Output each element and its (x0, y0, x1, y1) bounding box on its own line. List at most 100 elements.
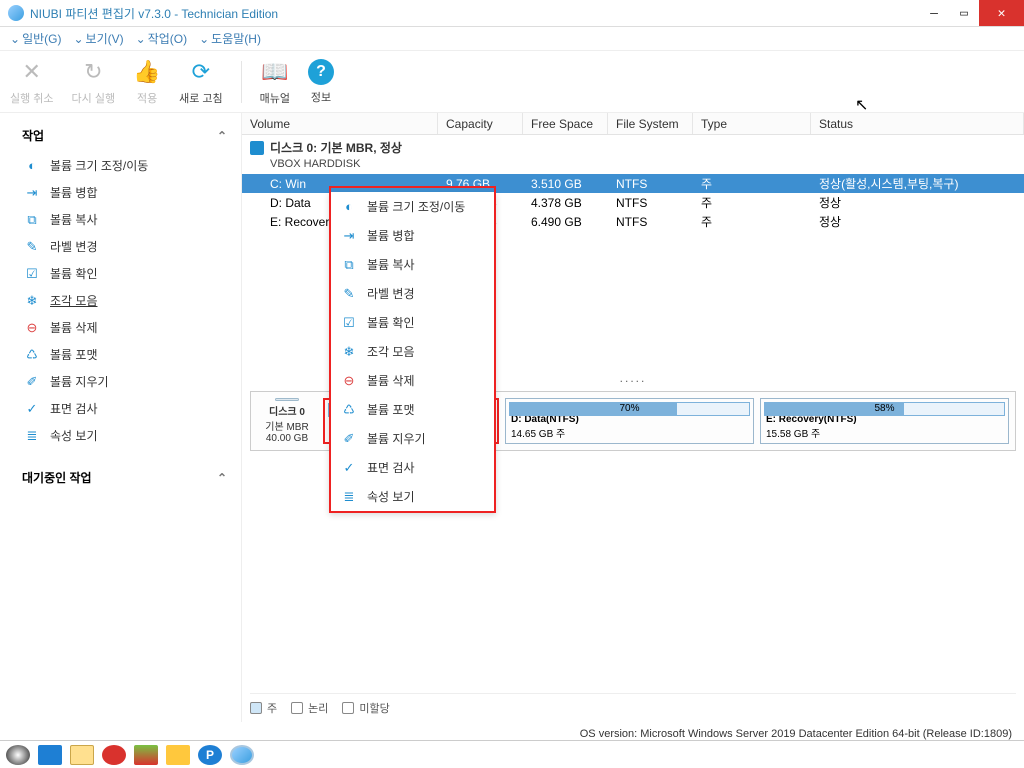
sidebar-item-check[interactable]: ☑볼륨 확인 (18, 260, 231, 287)
col-status[interactable]: Status (811, 113, 1024, 134)
toolbar: ✕실행 취소 ↻다시 실행 👍적용 ⟳새로 고침 📖매뉴얼 ?정보 (0, 51, 1024, 113)
menubar: ⌄일반(G) ⌄보기(V) ⌄작업(O) ⌄도움말(H) (0, 27, 1024, 51)
copy-icon: ⧉ (341, 257, 357, 273)
sidebar-item-label[interactable]: ✎라벨 변경 (18, 233, 231, 260)
pie-icon: ◐ (341, 199, 357, 215)
sidebar-item-resize[interactable]: ◐볼륨 크기 조정/이동 (18, 152, 231, 179)
sidebar-item-props[interactable]: ≣속성 보기 (18, 422, 231, 449)
context-menu: ◐볼륨 크기 조정/이동 ⇥볼륨 병합 ⧉볼륨 복사 ✎라벨 변경 ☑볼륨 확인… (329, 192, 496, 513)
surface-icon: ✓ (24, 401, 40, 417)
toolbar-separator (241, 61, 242, 103)
window-title: NIUBI 파티션 편집기 v7.3.0 - Technician Editio… (30, 5, 919, 22)
diskmap-part-e[interactable]: 58% E: Recovery(NTFS) 15.58 GB 주 (760, 398, 1009, 444)
chevron-up-icon: ⌃ (217, 129, 227, 143)
apply-button[interactable]: 👍적용 (133, 58, 161, 106)
column-headers: Volume Capacity Free Space File System T… (242, 113, 1024, 135)
taskbar-app1[interactable] (38, 745, 62, 765)
legend-primary-swatch (250, 702, 262, 714)
sidebar-tasks-header[interactable]: 작업⌃ (18, 121, 231, 152)
sidebar-item-wipe[interactable]: ✐볼륨 지우기 (18, 368, 231, 395)
ctx-surface[interactable]: ✓표면 검사 (331, 453, 494, 482)
col-free[interactable]: Free Space (523, 113, 608, 134)
defrag-icon: ❄ (24, 293, 40, 309)
start-button[interactable] (6, 745, 30, 765)
redo-button[interactable]: ↻다시 실행 (72, 58, 116, 106)
wipe-icon: ✐ (24, 374, 40, 390)
sidebar-pending-header[interactable]: 대기중인 작업⌃ (18, 463, 231, 494)
delete-icon: ⊖ (24, 320, 40, 336)
col-volume[interactable]: Volume (242, 113, 438, 134)
info-icon: ? (308, 59, 334, 85)
defrag-icon: ❄ (341, 344, 357, 360)
col-capacity[interactable]: Capacity (438, 113, 523, 134)
props-icon: ≣ (341, 489, 357, 505)
wipe-icon: ✐ (341, 431, 357, 447)
menu-work[interactable]: ⌄작업(O) (136, 30, 187, 47)
ctx-label[interactable]: ✎라벨 변경 (331, 279, 494, 308)
col-type[interactable]: Type (693, 113, 811, 134)
sidebar-item-delete[interactable]: ⊖볼륨 삭제 (18, 314, 231, 341)
props-icon: ≣ (24, 428, 40, 444)
undo-button[interactable]: ✕실행 취소 (10, 58, 54, 106)
legend: 주 논리 미할당 (250, 693, 1016, 716)
sidebar-item-merge[interactable]: ⇥볼륨 병합 (18, 179, 231, 206)
merge-icon: ⇥ (24, 185, 40, 201)
titlebar: NIUBI 파티션 편집기 v7.3.0 - Technician Editio… (0, 0, 1024, 27)
copy-icon: ⧉ (24, 212, 40, 228)
redo-icon: ↻ (79, 58, 107, 86)
chevron-up-icon: ⌃ (217, 471, 227, 485)
sidebar-item-surface[interactable]: ✓표면 검사 (18, 395, 231, 422)
close-button[interactable]: ✕ (979, 0, 1024, 26)
refresh-icon: ⟳ (187, 58, 215, 86)
check-icon: ☑ (341, 315, 357, 331)
edit-icon: ✎ (24, 239, 40, 255)
taskbar-app2[interactable] (134, 745, 158, 765)
minimize-button[interactable]: — (919, 0, 949, 26)
ctx-merge[interactable]: ⇥볼륨 병합 (331, 221, 494, 250)
sidebar: 작업⌃ ◐볼륨 크기 조정/이동 ⇥볼륨 병합 ⧉볼륨 복사 ✎라벨 변경 ☑볼… (0, 113, 242, 722)
manual-button[interactable]: 📖매뉴얼 (260, 58, 290, 106)
menu-view[interactable]: ⌄보기(V) (73, 30, 123, 47)
diskmap-disk[interactable]: 디스크 0 기본 MBR 40.00 GB (257, 398, 317, 444)
disk-model: VBOX HARDDISK (242, 158, 1024, 174)
taskbar-power[interactable] (102, 745, 126, 765)
format-icon: ♺ (341, 402, 357, 418)
taskbar-explorer[interactable] (70, 745, 94, 765)
disk-header[interactable]: 디스크 0: 기본 MBR, 정상 (242, 135, 1024, 158)
col-fs[interactable]: File System (608, 113, 693, 134)
maximize-button[interactable]: ▭ (949, 0, 979, 26)
refresh-button[interactable]: ⟳새로 고침 (179, 58, 223, 106)
taskbar-app4[interactable]: P (198, 745, 222, 765)
diskmap-part-d[interactable]: 70% D: Data(NTFS) 14.65 GB 주 (505, 398, 754, 444)
ctx-check[interactable]: ☑볼륨 확인 (331, 308, 494, 337)
menu-help[interactable]: ⌄도움말(H) (199, 30, 261, 47)
ctx-delete[interactable]: ⊖볼륨 삭제 (331, 366, 494, 395)
legend-unalloc-swatch (342, 702, 354, 714)
sidebar-item-copy[interactable]: ⧉볼륨 복사 (18, 206, 231, 233)
taskbar-app3[interactable] (166, 745, 190, 765)
ctx-format[interactable]: ♺볼륨 포맷 (331, 395, 494, 424)
legend-logical-swatch (291, 702, 303, 714)
thumb-icon: 👍 (133, 58, 161, 86)
pie-icon: ◐ (24, 158, 40, 174)
ctx-copy[interactable]: ⧉볼륨 복사 (331, 250, 494, 279)
sidebar-item-format[interactable]: ♺볼륨 포맷 (18, 341, 231, 368)
menu-general[interactable]: ⌄일반(G) (10, 30, 61, 47)
taskbar-niubi[interactable] (230, 745, 254, 765)
ctx-wipe[interactable]: ✐볼륨 지우기 (331, 424, 494, 453)
book-icon: 📖 (261, 58, 289, 86)
disk-icon (250, 141, 264, 155)
sidebar-item-defrag[interactable]: ❄조각 모음 (18, 287, 231, 314)
merge-icon: ⇥ (341, 228, 357, 244)
x-icon: ✕ (18, 58, 46, 86)
ctx-resize[interactable]: ◐볼륨 크기 조정/이동 (331, 192, 494, 221)
app-icon (8, 5, 24, 21)
ctx-defrag[interactable]: ❄조각 모음 (331, 337, 494, 366)
info-button[interactable]: ?정보 (308, 59, 334, 105)
surface-icon: ✓ (341, 460, 357, 476)
edit-icon: ✎ (341, 286, 357, 302)
taskbar: P (0, 740, 1024, 768)
format-icon: ♺ (24, 347, 40, 363)
ctx-props[interactable]: ≣속성 보기 (331, 482, 494, 511)
statusbar: OS version: Microsoft Windows Server 201… (580, 728, 1012, 740)
